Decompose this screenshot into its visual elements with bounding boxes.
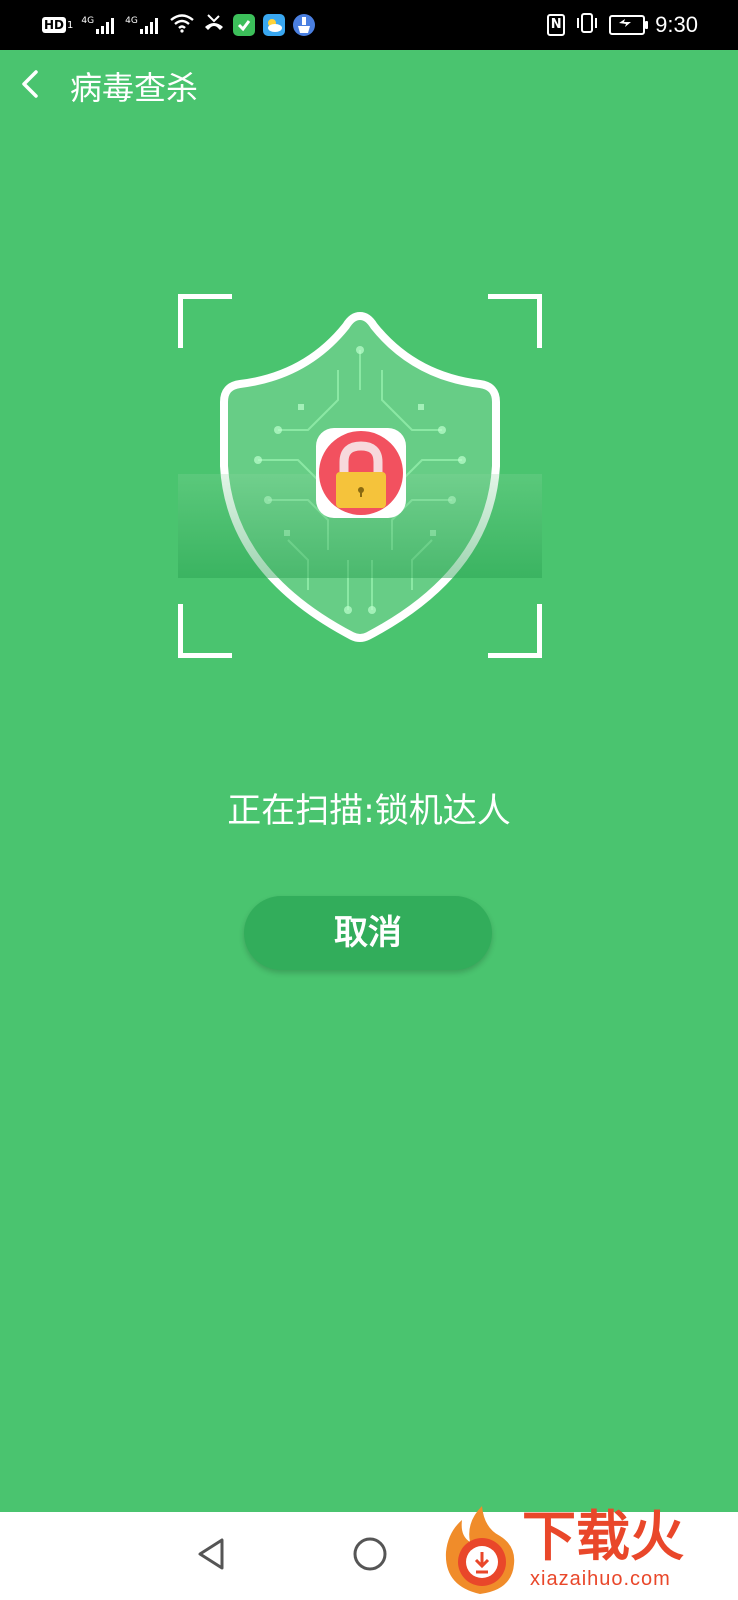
status-bar-left: HD 1 4G 4G [42,12,315,38]
network-type-label: 4G [81,16,95,26]
clock: 9:30 [655,12,698,37]
app-green-icon [232,14,255,36]
watermark-url: xiazaihuo.com [530,1568,671,1590]
page-title: 病毒查杀 [70,69,199,107]
cancel-button[interactable]: 取消 [244,896,492,970]
nfc-icon: N [547,14,566,36]
lock-app-icon [316,428,406,518]
flame-logo-icon [445,1506,515,1594]
hd-sub-label: 1 [67,19,74,31]
watermark: 下载火 xiazaihuo.com [436,1502,738,1600]
battery-icon [609,15,649,35]
nav-home-icon [353,1537,387,1571]
scan-status-text: 正在扫描:锁机达人 [227,791,511,831]
chevron-left-icon [22,70,38,98]
back-button[interactable] [10,64,50,104]
vibrate-icon [575,12,599,38]
app-weather-icon [262,14,285,36]
nav-back-icon [198,1538,224,1570]
signal-icon: 4G [125,16,161,34]
watermark-text: 下载火 [522,1505,684,1568]
scan-frame [178,294,542,658]
hd-icon: HD 1 [42,17,73,33]
signal-icon: 4G [81,16,117,34]
nav-home-button[interactable] [350,1534,390,1578]
status-bar-right: N 9:30 [547,10,698,40]
status-bar: HD 1 4G 4G N 9:30 [0,0,738,50]
network-type-label: 4G [125,16,138,26]
nav-back-button[interactable] [192,1534,232,1578]
hd-label: HD [42,17,67,33]
missed-call-icon [203,13,225,37]
wifi-icon [169,13,195,37]
app-cleaner-icon [292,14,315,36]
